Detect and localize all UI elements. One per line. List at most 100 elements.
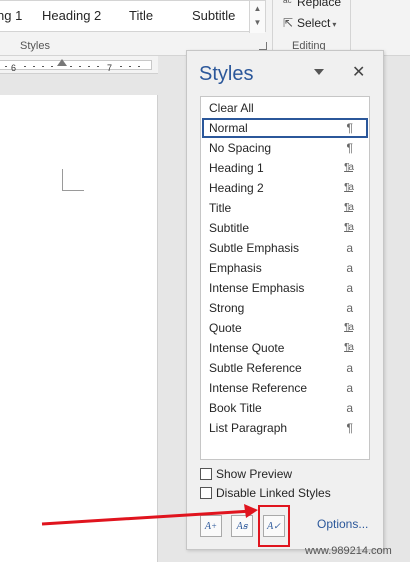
margin-corner-mark bbox=[62, 169, 63, 191]
style-item-label: Subtle Reference bbox=[209, 361, 302, 375]
character-style-icon: a bbox=[346, 381, 353, 395]
ruler-tick bbox=[129, 66, 131, 67]
ruler-tick bbox=[88, 66, 90, 67]
horizontal-ruler[interactable]: 6 7 bbox=[0, 56, 158, 74]
linked-style-icon: ¶a bbox=[344, 202, 354, 213]
ribbon: ng 1 Heading 2 Title Subtitle ▲ ▼ Styles… bbox=[0, 0, 410, 56]
document-page[interactable] bbox=[0, 95, 158, 562]
paragraph-style-icon: ¶ bbox=[346, 141, 353, 155]
style-item[interactable]: Normal ¶ bbox=[202, 118, 368, 138]
ruler-tick bbox=[42, 66, 44, 67]
style-item-label: Title bbox=[209, 201, 232, 215]
style-item-label: Book Title bbox=[209, 401, 262, 415]
margin-corner-mark bbox=[62, 190, 84, 191]
ruler-number: 7 bbox=[107, 63, 113, 73]
character-style-icon: a bbox=[346, 281, 353, 295]
style-item-label: Intense Reference bbox=[209, 381, 308, 395]
ruler-tick bbox=[5, 66, 7, 67]
pane-title: Styles bbox=[199, 63, 254, 85]
linked-style-icon: ¶a bbox=[344, 342, 354, 353]
gallery-item-heading-1[interactable]: ng 1 bbox=[0, 8, 22, 23]
select-label: Select bbox=[297, 16, 331, 30]
style-item-label: Intense Emphasis bbox=[209, 281, 305, 295]
chevron-more-icon[interactable]: ▼ bbox=[253, 18, 262, 27]
gallery-item-subtitle[interactable]: Subtitle bbox=[192, 8, 235, 23]
highlight-box bbox=[258, 505, 290, 547]
style-item[interactable]: Quote ¶a bbox=[202, 318, 368, 338]
style-item[interactable]: Clear All bbox=[202, 98, 368, 118]
chevron-up-icon[interactable]: ▲ bbox=[253, 4, 262, 13]
ruler-number: 6 bbox=[11, 63, 17, 73]
ruler-tick bbox=[79, 66, 81, 67]
style-item[interactable]: Strong a bbox=[202, 298, 368, 318]
dialog-launcher-icon[interactable] bbox=[259, 42, 267, 50]
ruler-tick bbox=[51, 66, 53, 67]
style-item[interactable]: Heading 1 ¶a bbox=[202, 158, 368, 178]
show-preview-checkbox[interactable]: Show Preview bbox=[200, 467, 292, 483]
style-item-label: Intense Quote bbox=[209, 341, 285, 355]
style-item[interactable]: Intense Quote ¶a bbox=[202, 338, 368, 358]
style-item[interactable]: Book Title a bbox=[202, 398, 368, 418]
gallery-item-heading-2[interactable]: Heading 2 bbox=[42, 8, 101, 23]
character-style-icon: a bbox=[346, 241, 353, 255]
options-link[interactable]: Options... bbox=[317, 517, 368, 531]
style-item[interactable]: Subtle Reference a bbox=[202, 358, 368, 378]
watermark: www.989214.com bbox=[305, 545, 392, 557]
ruler-tick bbox=[97, 66, 99, 67]
style-item-label: Emphasis bbox=[209, 261, 262, 275]
close-icon[interactable]: ✕ bbox=[352, 62, 365, 82]
style-item-label: Heading 2 bbox=[209, 181, 264, 195]
linked-style-icon: ¶a bbox=[344, 182, 354, 193]
linked-style-icon: ¶a bbox=[344, 322, 354, 333]
ruler-track: 6 7 bbox=[0, 60, 152, 73]
ruler-tick bbox=[120, 66, 122, 67]
style-item[interactable]: Subtle Emphasis a bbox=[202, 238, 368, 258]
gallery-item-title[interactable]: Title bbox=[129, 8, 153, 23]
indent-marker[interactable] bbox=[57, 59, 67, 66]
style-item[interactable]: List Paragraph ¶ bbox=[202, 418, 368, 438]
replace-label: Replace bbox=[297, 0, 342, 9]
gallery-scrollbar[interactable]: ▲ ▼ bbox=[249, 1, 265, 33]
ruler-tick bbox=[138, 66, 140, 67]
group-divider bbox=[350, 0, 351, 54]
show-preview-label: Show Preview bbox=[216, 467, 293, 481]
style-item[interactable]: Intense Reference a bbox=[202, 378, 368, 398]
style-item-label: Quote bbox=[209, 321, 242, 335]
character-style-icon: a bbox=[346, 361, 353, 375]
checkbox-icon[interactable] bbox=[200, 468, 212, 480]
style-inspector-icon: Aꞩ bbox=[236, 521, 248, 532]
style-item[interactable]: Title ¶a bbox=[202, 198, 368, 218]
linked-style-icon: ¶a bbox=[344, 162, 354, 173]
style-inspector-button[interactable]: Aꞩ bbox=[231, 515, 253, 537]
replace-button[interactable]: ᵃᶜ Replace bbox=[283, 0, 341, 9]
new-style-icon: A+ bbox=[204, 521, 218, 532]
paragraph-style-icon: ¶ bbox=[346, 421, 353, 435]
disable-linked-styles-label: Disable Linked Styles bbox=[216, 486, 331, 500]
styles-group-label: Styles bbox=[20, 40, 50, 52]
style-item[interactable]: Subtitle ¶a bbox=[202, 218, 368, 238]
character-style-icon: a bbox=[346, 401, 353, 415]
group-divider bbox=[272, 0, 273, 54]
style-item-label: Clear All bbox=[209, 101, 254, 115]
styles-pane: Styles ✕ Clear All Normal ¶ No Spacing ¶ Head… bbox=[186, 50, 384, 550]
style-item-label: Heading 1 bbox=[209, 161, 264, 175]
style-item[interactable]: Intense Emphasis a bbox=[202, 278, 368, 298]
ruler-tick bbox=[33, 66, 35, 67]
paragraph-style-icon: ¶ bbox=[346, 121, 353, 135]
style-item[interactable]: Emphasis a bbox=[202, 258, 368, 278]
style-item-label: Strong bbox=[209, 301, 245, 315]
character-style-icon: a bbox=[346, 301, 353, 315]
replace-icon: ᵃᶜ bbox=[283, 0, 292, 9]
style-item-label: Subtle Emphasis bbox=[209, 241, 300, 255]
ruler-tick bbox=[70, 66, 72, 67]
style-item-label: Subtitle bbox=[209, 221, 250, 235]
chevron-down-icon[interactable] bbox=[314, 69, 324, 75]
style-item[interactable]: No Spacing ¶ bbox=[202, 138, 368, 158]
chevron-down-icon: ▾ bbox=[332, 20, 337, 29]
style-item[interactable]: Heading 2 ¶a bbox=[202, 178, 368, 198]
select-button[interactable]: ⇱ Select ▾ bbox=[283, 16, 336, 30]
style-item-label: Normal bbox=[209, 121, 248, 135]
new-style-button[interactable]: A+ bbox=[200, 515, 222, 537]
checkbox-icon[interactable] bbox=[200, 487, 212, 499]
disable-linked-styles-checkbox[interactable]: Disable Linked Styles bbox=[200, 486, 331, 502]
